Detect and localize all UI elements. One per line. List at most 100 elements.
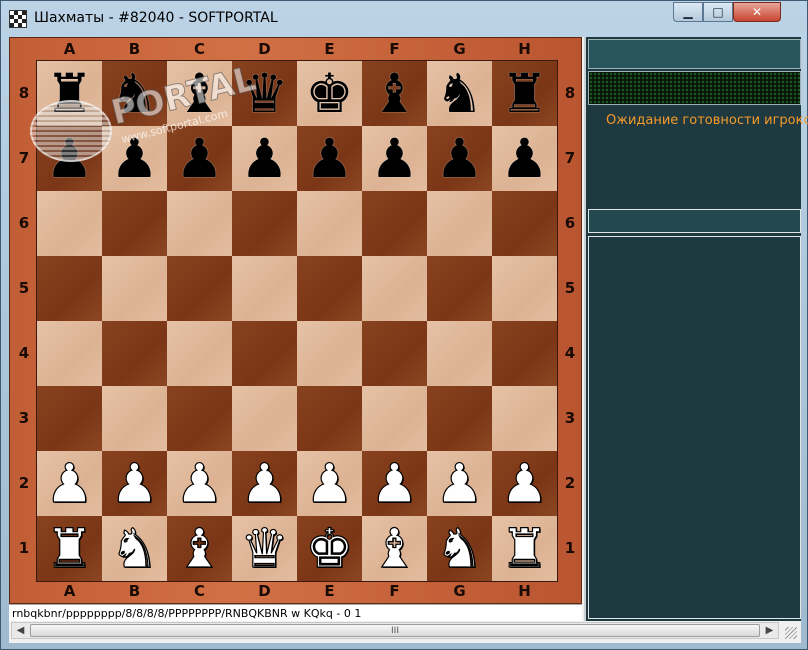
square-c6[interactable]: [167, 191, 232, 256]
black-knight-icon[interactable]: ♞: [110, 66, 158, 121]
white-knight-icon[interactable]: ♞: [435, 520, 485, 575]
white-pawn-icon[interactable]: ♟: [435, 455, 485, 510]
chessboard-icon[interactable]: [9, 10, 27, 28]
square-e7[interactable]: ♟: [297, 126, 362, 191]
square-c7[interactable]: ♟: [167, 126, 232, 191]
white-bishop-icon[interactable]: ♝: [370, 520, 420, 575]
square-f6[interactable]: [362, 191, 427, 256]
square-c1[interactable]: ♝: [167, 516, 232, 581]
square-f8[interactable]: ♝: [362, 61, 427, 126]
square-a6[interactable]: [37, 191, 102, 256]
square-c3[interactable]: [167, 386, 232, 451]
square-g6[interactable]: [427, 191, 492, 256]
black-rook-icon[interactable]: ♜: [500, 66, 548, 121]
white-pawn-icon[interactable]: ♟: [45, 455, 95, 510]
white-pawn-icon[interactable]: ♟: [370, 455, 420, 510]
square-f1[interactable]: ♝: [362, 516, 427, 581]
square-d6[interactable]: [232, 191, 297, 256]
square-h6[interactable]: [492, 191, 557, 256]
square-g2[interactable]: ♟: [427, 451, 492, 516]
white-pawn-icon[interactable]: ♟: [305, 455, 355, 510]
resize-grip[interactable]: [785, 627, 797, 639]
square-c5[interactable]: [167, 256, 232, 321]
square-f2[interactable]: ♟: [362, 451, 427, 516]
black-pawn-icon[interactable]: ♟: [240, 131, 288, 186]
square-a4[interactable]: [37, 321, 102, 386]
horizontal-scrollbar[interactable]: ◀ III ▶: [11, 622, 779, 639]
square-b1[interactable]: ♞: [102, 516, 167, 581]
square-d8[interactable]: ♛: [232, 61, 297, 126]
black-knight-icon[interactable]: ♞: [435, 66, 483, 121]
square-h2[interactable]: ♟: [492, 451, 557, 516]
square-e3[interactable]: [297, 386, 362, 451]
square-c8[interactable]: ♝: [167, 61, 232, 126]
square-f4[interactable]: [362, 321, 427, 386]
square-d7[interactable]: ♟: [232, 126, 297, 191]
square-a8[interactable]: ♜: [37, 61, 102, 126]
square-g7[interactable]: ♟: [427, 126, 492, 191]
square-d2[interactable]: ♟: [232, 451, 297, 516]
square-h5[interactable]: [492, 256, 557, 321]
black-pawn-icon[interactable]: ♟: [175, 131, 223, 186]
square-a2[interactable]: ♟: [37, 451, 102, 516]
square-a5[interactable]: [37, 256, 102, 321]
square-h8[interactable]: ♜: [492, 61, 557, 126]
square-b2[interactable]: ♟: [102, 451, 167, 516]
square-d1[interactable]: ♛: [232, 516, 297, 581]
white-rook-icon[interactable]: ♜: [45, 520, 95, 575]
black-pawn-icon[interactable]: ♟: [305, 131, 353, 186]
square-g1[interactable]: ♞: [427, 516, 492, 581]
scroll-thumb[interactable]: III: [30, 624, 760, 637]
close-button[interactable]: ✕: [733, 2, 781, 22]
square-b5[interactable]: [102, 256, 167, 321]
white-king-icon[interactable]: ♚: [305, 520, 355, 575]
black-pawn-icon[interactable]: ♟: [435, 131, 483, 186]
black-pawn-icon[interactable]: ♟: [45, 131, 93, 186]
white-pawn-icon[interactable]: ♟: [175, 455, 225, 510]
square-b4[interactable]: [102, 321, 167, 386]
square-f5[interactable]: [362, 256, 427, 321]
move-list[interactable]: [588, 236, 801, 619]
square-g4[interactable]: [427, 321, 492, 386]
square-h4[interactable]: [492, 321, 557, 386]
scroll-left-button[interactable]: ◀: [12, 623, 29, 638]
square-e6[interactable]: [297, 191, 362, 256]
black-queen-icon[interactable]: ♛: [240, 66, 288, 121]
scroll-right-button[interactable]: ▶: [761, 623, 778, 638]
square-b3[interactable]: [102, 386, 167, 451]
square-f7[interactable]: ♟: [362, 126, 427, 191]
title-bar[interactable]: Шахматы - #82040 - SOFTPORTAL ▁ □ ✕: [1, 1, 807, 37]
square-e4[interactable]: [297, 321, 362, 386]
white-pawn-icon[interactable]: ♟: [500, 455, 550, 510]
black-rook-icon[interactable]: ♜: [45, 66, 93, 121]
square-h7[interactable]: ♟: [492, 126, 557, 191]
black-king-icon[interactable]: ♚: [305, 66, 353, 121]
chat-input[interactable]: [588, 209, 801, 233]
square-d4[interactable]: [232, 321, 297, 386]
square-d5[interactable]: [232, 256, 297, 321]
square-e8[interactable]: ♚: [297, 61, 362, 126]
black-pawn-icon[interactable]: ♟: [110, 131, 158, 186]
square-e2[interactable]: ♟: [297, 451, 362, 516]
black-bishop-icon[interactable]: ♝: [370, 66, 418, 121]
square-g5[interactable]: [427, 256, 492, 321]
square-c4[interactable]: [167, 321, 232, 386]
square-b8[interactable]: ♞: [102, 61, 167, 126]
black-bishop-icon[interactable]: ♝: [175, 66, 223, 121]
maximize-button[interactable]: □: [703, 2, 733, 22]
white-pawn-icon[interactable]: ♟: [110, 455, 160, 510]
square-d3[interactable]: [232, 386, 297, 451]
square-b6[interactable]: [102, 191, 167, 256]
black-pawn-icon[interactable]: ♟: [370, 131, 418, 186]
square-e1[interactable]: ♚: [297, 516, 362, 581]
minimize-button[interactable]: ▁: [673, 2, 703, 22]
square-a3[interactable]: [37, 386, 102, 451]
chess-board[interactable]: ♜ ♞ ♝ ♛ ♚ ♝ ♞ ♜ ♟ ♟ ♟ ♟ ♟ ♟ ♟ ♟ ♟ ♟ ♟ ♟ ♟ ♟ ♟ ♟ ♜ ♞ ♝ ♛ ♚ ♝ ♞ ♜: [36, 60, 558, 582]
square-g8[interactable]: ♞: [427, 61, 492, 126]
white-knight-icon[interactable]: ♞: [110, 520, 160, 575]
square-h1[interactable]: ♜: [492, 516, 557, 581]
square-a7[interactable]: ♟: [37, 126, 102, 191]
square-f3[interactable]: [362, 386, 427, 451]
square-b7[interactable]: ♟: [102, 126, 167, 191]
square-e5[interactable]: [297, 256, 362, 321]
